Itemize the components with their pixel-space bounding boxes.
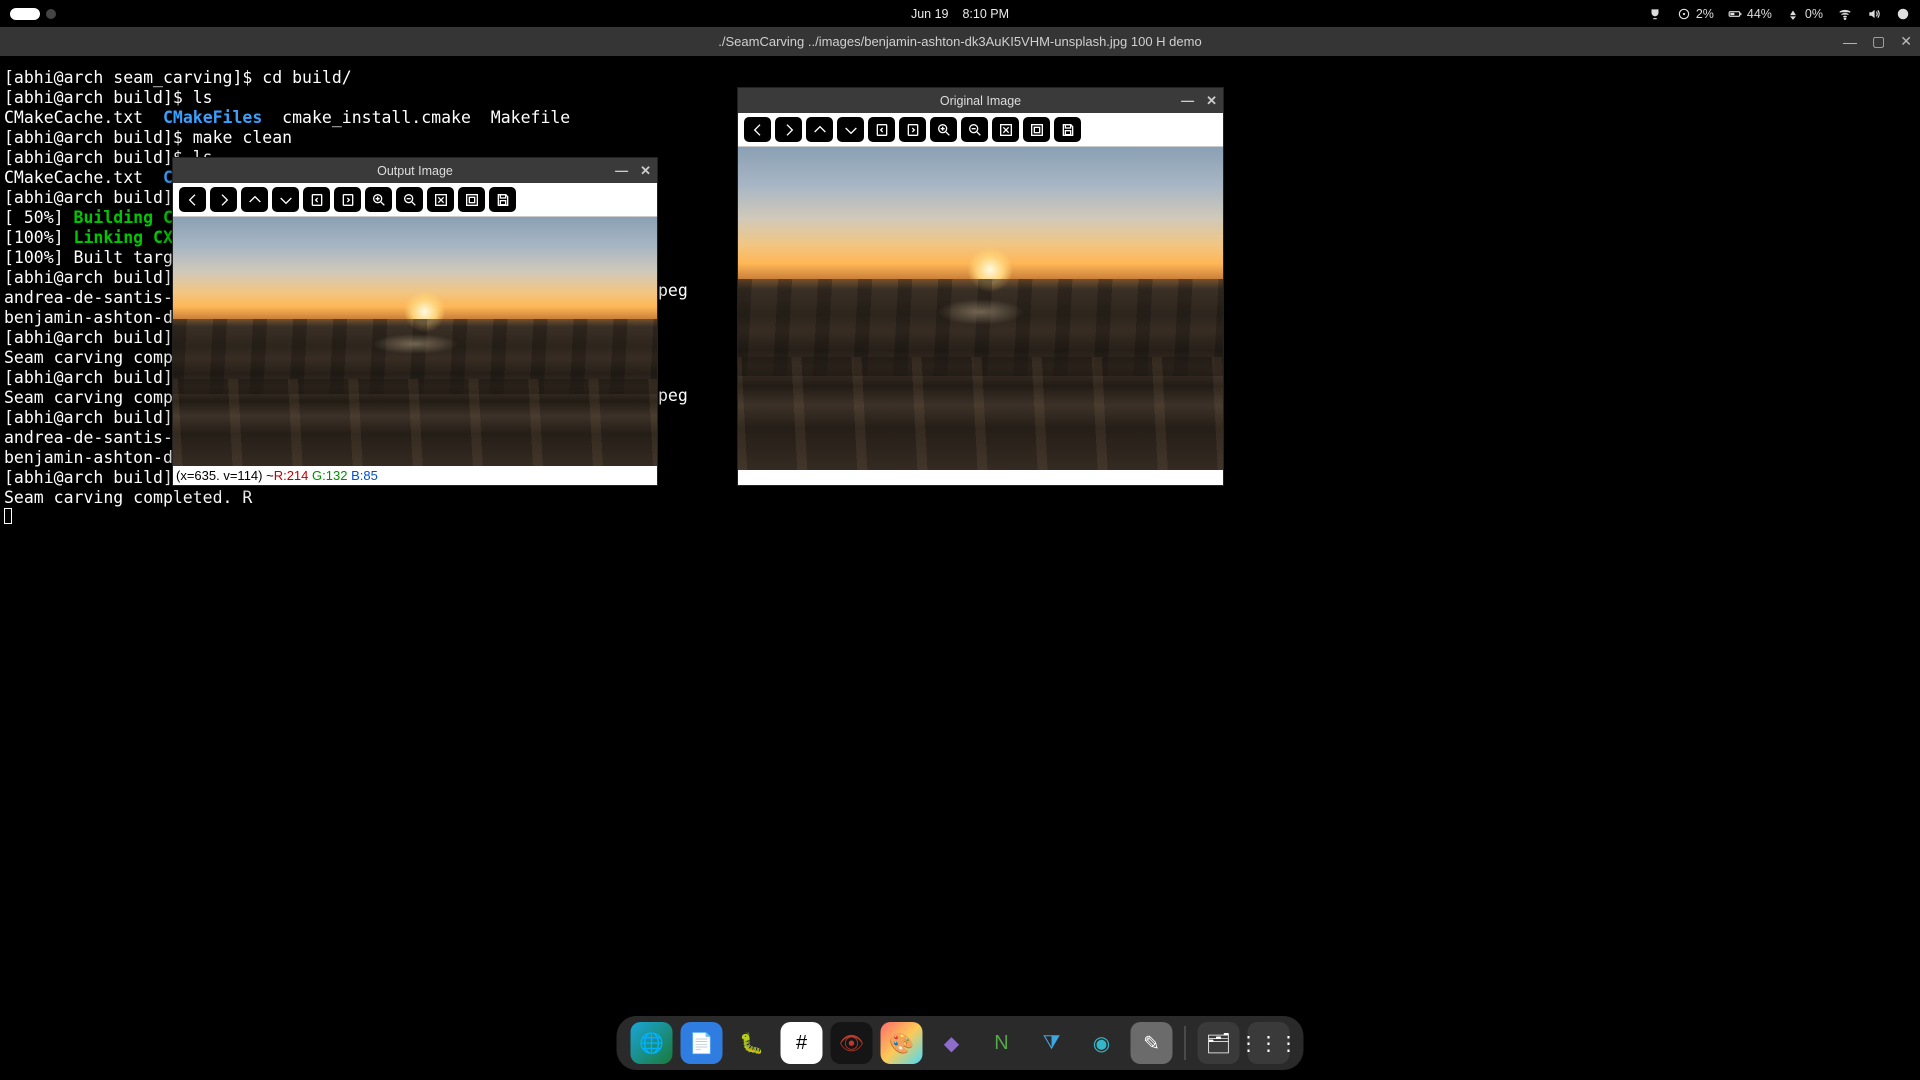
- activities-pill[interactable]: [10, 8, 40, 20]
- arrow-up-icon[interactable]: [241, 187, 268, 212]
- status-g: G:132: [312, 468, 347, 483]
- fit-icon[interactable]: [992, 117, 1019, 142]
- neovim-icon[interactable]: N: [981, 1022, 1023, 1064]
- arrow-up-icon[interactable]: [806, 117, 833, 142]
- output-title: Output Image: [377, 164, 453, 178]
- page-next-icon[interactable]: [899, 117, 926, 142]
- dock-separator: [1185, 1026, 1186, 1060]
- output-image-area[interactable]: [173, 217, 657, 466]
- arrow-left-icon[interactable]: [179, 187, 206, 212]
- battery-pct: 44%: [1747, 7, 1772, 21]
- output-minimize-button[interactable]: —: [615, 163, 628, 178]
- page-prev-icon[interactable]: [868, 117, 895, 142]
- original-minimize-button[interactable]: —: [1181, 93, 1194, 108]
- transmission-icon[interactable]: 🐛: [731, 1022, 773, 1064]
- arrow-right-icon[interactable]: [775, 117, 802, 142]
- page-next-icon[interactable]: [334, 187, 361, 212]
- fit-icon[interactable]: [427, 187, 454, 212]
- keyboard-icon[interactable]: [1648, 6, 1663, 21]
- edge-icon[interactable]: ◉: [1081, 1022, 1123, 1064]
- terminal-title: ./SeamCarving ../images/benjamin-ashton-…: [718, 34, 1201, 49]
- notes-icon[interactable]: 📄: [681, 1022, 723, 1064]
- original-toolbar: [738, 113, 1223, 147]
- volume-icon[interactable]: [1866, 6, 1881, 21]
- save-icon[interactable]: [1054, 117, 1081, 142]
- cpu-icon: [1677, 6, 1692, 21]
- zoom-in-icon[interactable]: [365, 187, 392, 212]
- output-close-button[interactable]: ✕: [640, 163, 651, 179]
- arrow-down-icon[interactable]: [837, 117, 864, 142]
- maximize-button[interactable]: ▢: [1872, 33, 1885, 50]
- close-button[interactable]: ✕: [1900, 33, 1912, 50]
- wifi-icon[interactable]: [1837, 6, 1852, 21]
- gimp-icon[interactable]: ✎: [1131, 1022, 1173, 1064]
- save-icon[interactable]: [489, 187, 516, 212]
- minimize-button[interactable]: —: [1843, 34, 1857, 50]
- vscode-icon[interactable]: ⧩: [1031, 1022, 1073, 1064]
- hash-icon[interactable]: #: [781, 1022, 823, 1064]
- net-icon: [1786, 6, 1801, 21]
- zoom-out-icon[interactable]: [396, 187, 423, 212]
- cpu-pct: 2%: [1696, 7, 1714, 21]
- zoom-in-icon[interactable]: [930, 117, 957, 142]
- arrow-down-icon[interactable]: [272, 187, 299, 212]
- original-footer-blank: [738, 470, 1223, 485]
- arrow-left-icon[interactable]: [744, 117, 771, 142]
- terminal-titlebar[interactable]: ./SeamCarving ../images/benjamin-ashton-…: [0, 27, 1920, 56]
- apps-icon[interactable]: ⋮⋮⋮: [1248, 1022, 1290, 1064]
- arrow-right-icon[interactable]: [210, 187, 237, 212]
- original-size-icon[interactable]: [1023, 117, 1050, 142]
- system-tray[interactable]: 2% 44% 0%: [1648, 6, 1910, 21]
- obsidian-icon[interactable]: ◆: [931, 1022, 973, 1064]
- output-toolbar: [173, 183, 657, 217]
- power-icon[interactable]: [1895, 6, 1910, 21]
- status-r: R:214: [274, 468, 309, 483]
- colors-icon[interactable]: 🎨: [881, 1022, 923, 1064]
- browser-icon[interactable]: 🌐: [631, 1022, 673, 1064]
- dock[interactable]: 🌐📄🐛#👁🎨◆N⧩◉✎ 🗂⋮⋮⋮: [617, 1016, 1304, 1070]
- net-pct: 0%: [1805, 7, 1823, 21]
- time-label[interactable]: 8:10 PM: [962, 7, 1009, 21]
- page-prev-icon[interactable]: [303, 187, 330, 212]
- original-title: Original Image: [940, 94, 1021, 108]
- original-image-area[interactable]: [738, 147, 1223, 470]
- output-titlebar[interactable]: Output Image — ✕: [173, 158, 657, 183]
- workspace-dot[interactable]: [46, 9, 56, 19]
- original-size-icon[interactable]: [458, 187, 485, 212]
- output-image-window[interactable]: Output Image — ✕ (x=635. v=114) ~ R:214 …: [172, 157, 658, 486]
- output-statusbar: (x=635. v=114) ~ R:214 G:132 B:85: [173, 466, 657, 485]
- original-close-button[interactable]: ✕: [1206, 93, 1217, 109]
- original-image-window[interactable]: Original Image — ✕: [737, 87, 1224, 486]
- system-bar: Jun 19 8:10 PM 2% 44% 0%: [0, 0, 1920, 27]
- date-label[interactable]: Jun 19: [911, 7, 949, 21]
- status-b: B:85: [351, 468, 378, 483]
- zoom-out-icon[interactable]: [961, 117, 988, 142]
- rog-icon[interactable]: 👁: [831, 1022, 873, 1064]
- battery-icon: [1728, 6, 1743, 21]
- files-icon[interactable]: 🗂: [1198, 1022, 1240, 1064]
- status-coords: (x=635. v=114) ~: [176, 468, 274, 483]
- original-titlebar[interactable]: Original Image — ✕: [738, 88, 1223, 113]
